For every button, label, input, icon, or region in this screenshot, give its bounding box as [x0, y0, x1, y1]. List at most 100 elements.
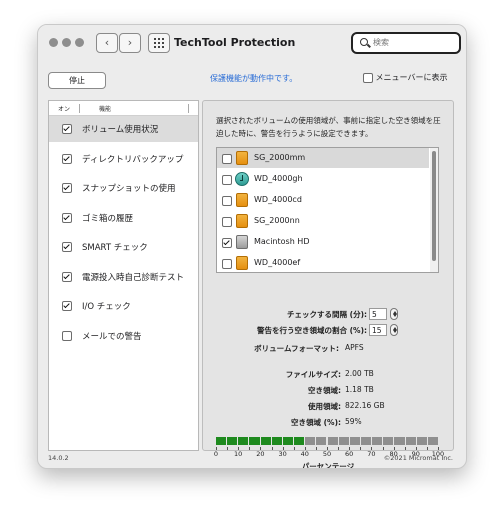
volume-name: SG_2000nn — [254, 216, 300, 225]
format-value: APFS — [345, 343, 364, 352]
usage-bar-tick — [271, 447, 273, 450]
free-percent-label: 空き領域 (%): — [291, 418, 341, 427]
function-item[interactable]: SMART チェック — [49, 234, 198, 260]
show-in-menubar-option[interactable]: メニューバーに表示 — [363, 72, 447, 83]
function-checkbox[interactable] — [62, 271, 72, 282]
usage-bar-tick-label: 20 — [256, 450, 265, 458]
check-interval-field[interactable]: 5 — [369, 308, 387, 320]
function-checkbox[interactable] — [62, 124, 72, 134]
usage-bar-tick-label: 40 — [300, 450, 309, 458]
function-label: スナップショットの使用 — [82, 184, 176, 194]
orange-disk-icon — [236, 214, 248, 228]
function-checkbox[interactable] — [62, 212, 72, 223]
usage-bar-tick-label: 0 — [213, 450, 219, 458]
function-item[interactable]: スナップショットの使用 — [49, 175, 198, 201]
volume-checkbox[interactable] — [222, 154, 232, 164]
warn-ratio-label: 警告を行う空き領域の割合 (%): — [257, 326, 367, 335]
volume-list-scrollbar[interactable] — [430, 148, 438, 272]
function-checkbox[interactable] — [62, 330, 72, 341]
time-machine-disk-icon — [235, 172, 249, 186]
usage-bar-segment-empty — [305, 437, 316, 445]
volume-checkbox[interactable] — [222, 238, 232, 248]
back-button[interactable]: ‹ — [96, 33, 118, 53]
file-size-row: ファイルサイズ: 2.00 TB — [203, 369, 453, 381]
column-header-function[interactable]: 機能 — [99, 104, 111, 113]
volume-row[interactable]: Macintosh HD — [217, 232, 429, 252]
function-checkbox[interactable] — [62, 153, 72, 164]
version-label: 14.0.2 — [48, 454, 69, 462]
used-space-label: 使用領域: — [308, 402, 341, 411]
usage-bar-tick — [249, 447, 251, 450]
function-checkbox[interactable] — [62, 183, 72, 193]
warn-ratio-stepper[interactable] — [390, 324, 398, 336]
volume-checkbox[interactable] — [222, 175, 232, 185]
forward-button[interactable]: › — [119, 33, 141, 53]
search-box[interactable] — [351, 32, 461, 54]
column-header-on[interactable]: オン — [58, 104, 70, 113]
usage-bar-tick — [227, 447, 229, 450]
warn-ratio-field[interactable]: 15 — [369, 324, 387, 336]
usage-bar-segment-empty — [349, 437, 360, 445]
usage-bar-segment-empty — [416, 437, 427, 445]
volume-row[interactable]: WD_4000ef — [217, 253, 429, 272]
check-interval-row: チェックする間隔 (分): 5 — [203, 308, 453, 322]
function-list-header: オン 機能 — [49, 101, 198, 116]
usage-bar-segment-filled — [227, 437, 238, 445]
volume-name: WD_4000ef — [254, 258, 301, 267]
function-item[interactable]: ゴミ箱の履歴 — [49, 205, 198, 231]
free-space-label: 空き領域: — [308, 386, 341, 395]
used-space-row: 使用領域: 822.16 GB — [203, 401, 453, 413]
function-label: ゴミ箱の履歴 — [82, 213, 134, 224]
format-row: ボリュームフォーマット: APFS — [203, 343, 453, 355]
check-interval-label: チェックする間隔 (分): — [287, 310, 367, 319]
volume-checkbox[interactable] — [222, 217, 232, 227]
show-in-menubar-checkbox[interactable] — [363, 72, 373, 83]
volume-name: SG_2000mm — [254, 153, 306, 162]
usage-bar-tick — [382, 447, 384, 450]
volume-checkbox[interactable] — [222, 259, 232, 269]
orange-disk-icon — [236, 193, 248, 207]
free-percent-value: 59% — [345, 417, 362, 426]
usage-bar-segment-filled — [216, 437, 227, 445]
minimize-window-button[interactable] — [62, 38, 71, 47]
zoom-window-button[interactable] — [75, 38, 84, 47]
usage-bar-tick — [426, 447, 428, 450]
function-checkbox[interactable] — [62, 242, 72, 252]
volume-name: Macintosh HD — [254, 237, 310, 246]
volume-row[interactable]: SG_2000mm — [217, 148, 429, 168]
protection-status: 保護機能が動作中です。 — [210, 74, 298, 83]
function-item[interactable]: 電源投入時自己診断テスト — [49, 264, 198, 290]
volume-row[interactable]: WD_4000gh — [217, 169, 429, 189]
stop-button[interactable]: 停止 — [48, 72, 106, 89]
grid-view-button[interactable] — [148, 33, 170, 53]
usage-bar-segment-empty — [427, 437, 438, 445]
function-item[interactable]: I/O チェック — [49, 293, 198, 319]
function-checkbox[interactable] — [62, 301, 72, 311]
volume-row[interactable]: SG_2000nn — [217, 211, 429, 231]
usage-bar-segment-filled — [294, 437, 305, 445]
free-space-row: 空き領域: 1.18 TB — [203, 385, 453, 397]
volume-checkbox[interactable] — [222, 196, 232, 206]
volume-list[interactable]: SG_2000mm WD_4000gh WD_4000cd SG_2000nn Maci… — [216, 147, 439, 273]
close-window-button[interactable] — [49, 38, 58, 47]
usage-bar-segment-empty — [394, 437, 405, 445]
copyright-label: ©2021 Micromat Inc. — [383, 454, 453, 462]
function-item[interactable]: ボリューム使用状況 — [49, 116, 198, 142]
usage-bar-segment-empty — [372, 437, 383, 445]
usage-bar-tick-label: 50 — [322, 450, 332, 458]
usage-bar-segment-filled — [271, 437, 282, 445]
search-input[interactable] — [373, 35, 453, 49]
format-label: ボリュームフォーマット: — [254, 344, 339, 353]
function-item[interactable]: ディレクトリバックアップ — [49, 146, 198, 172]
usage-bar-tick-label: 70 — [367, 450, 376, 458]
check-interval-stepper[interactable] — [390, 308, 398, 320]
orange-disk-icon — [236, 256, 248, 270]
show-in-menubar-label: メニューバーに表示 — [375, 73, 448, 82]
scrollbar-thumb[interactable] — [432, 151, 436, 261]
usage-bar-segment-empty — [338, 437, 349, 445]
volume-row[interactable]: WD_4000cd — [217, 190, 429, 210]
function-item[interactable]: メールでの警告 — [49, 323, 198, 349]
file-size-value: 2.00 TB — [345, 369, 374, 378]
usage-bar-segment-empty — [383, 437, 394, 445]
chevron-right-icon: › — [127, 36, 133, 49]
